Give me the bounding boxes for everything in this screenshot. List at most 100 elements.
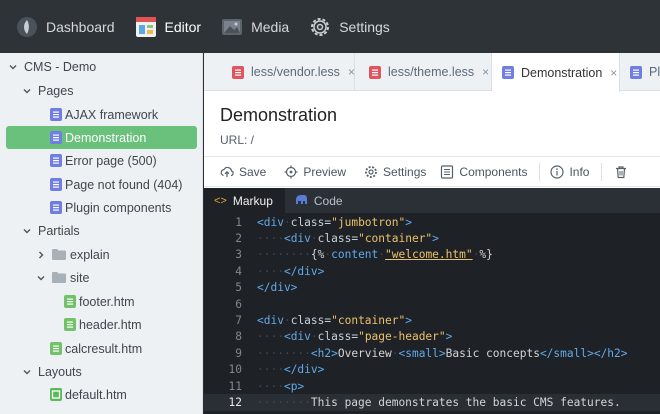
close-icon[interactable]: ×	[348, 65, 355, 79]
tab-markup-label: Markup	[232, 193, 273, 208]
top-nav: Dashboard Editor Media Settings	[0, 0, 660, 53]
line-number: 5	[235, 281, 242, 295]
settings-label: Settings	[383, 164, 427, 179]
nav-settings-label: Settings	[339, 18, 390, 35]
code-area[interactable]: 1 <div·class="jumbotron"> 2 ····<div·cla…	[204, 214, 660, 414]
tab-code[interactable]: Code	[285, 188, 355, 213]
tree-folder-site[interactable]: site	[36, 266, 89, 289]
code-line: 8 ····<div·class="page-header">	[204, 329, 660, 345]
less-file-icon	[369, 65, 381, 79]
tree-partial-item[interactable]: footer.htm	[64, 290, 135, 313]
nav-dashboard-label: Dashboard	[46, 18, 115, 35]
line-number: 11	[228, 379, 242, 393]
tree-folder-label: site	[70, 270, 90, 285]
sidebar-tree: CMS - Demo Pages AJAX framework Demonstr…	[0, 53, 203, 414]
tree-layout-item[interactable]: default.htm	[50, 383, 127, 406]
nav-media[interactable]: Media	[211, 0, 299, 53]
tree-folder-explain[interactable]: explain	[36, 243, 110, 266]
page-file-icon	[502, 66, 514, 79]
line-number: 10	[228, 363, 242, 377]
code-line: 7 <div·class="container">	[204, 312, 660, 328]
folder-icon	[52, 248, 66, 261]
list-box-icon	[440, 164, 454, 179]
code-line: 3 ········{%·content·"welcome.htm"·%}	[204, 247, 660, 263]
partial-file-icon	[50, 342, 62, 355]
trash-icon	[614, 165, 628, 179]
save-label: Save	[239, 164, 267, 179]
tab-vendor-less[interactable]: less/vendor.less ×	[222, 53, 355, 91]
chevron-down-icon	[36, 273, 46, 283]
tab-markup[interactable]: <> Markup	[204, 188, 285, 213]
code-line: 11 ····<p>	[204, 378, 660, 394]
page-file-icon	[50, 201, 62, 214]
preview-label: Preview	[303, 164, 347, 179]
editor-toolbar: Save Preview Settings Components Info	[204, 156, 660, 187]
page-file-icon	[50, 154, 62, 167]
settings-button[interactable]: Settings	[364, 157, 426, 187]
nav-editor-label: Editor	[164, 18, 202, 35]
tree-layouts-label: Layouts	[38, 364, 82, 379]
page-url: URL: /	[220, 133, 255, 147]
preview-button[interactable]: Preview	[284, 157, 346, 187]
tree-pages[interactable]: Pages	[22, 79, 73, 102]
document-tabs: less/vendor.less × less/theme.less × Dem…	[204, 53, 660, 92]
line-number: 1	[235, 215, 242, 229]
main-panel: less/vendor.less × less/theme.less × Dem…	[204, 53, 660, 414]
tree-page-label: Page not found (404)	[65, 177, 183, 192]
page-title: Demonstration	[220, 105, 338, 125]
cloud-upload-icon	[220, 165, 234, 179]
tree-page-item[interactable]: Plugin components	[50, 196, 171, 219]
tree-partial-item[interactable]: calcresult.htm	[50, 337, 142, 360]
tree-page-item[interactable]: Page not found (404)	[50, 173, 182, 196]
chevron-right-icon	[36, 250, 46, 260]
nav-settings[interactable]: Settings	[299, 0, 400, 53]
toolbar-divider	[601, 162, 603, 181]
line-number: 4	[235, 264, 242, 278]
delete-button[interactable]	[614, 157, 633, 187]
chevron-down-icon	[22, 226, 32, 236]
partial-file-icon	[64, 295, 76, 308]
tree-layout-label: default.htm	[65, 387, 127, 402]
tree-partial-label: header.htm	[79, 317, 142, 332]
tab-code-label: Code	[313, 193, 343, 208]
tab-theme-less[interactable]: less/theme.less ×	[359, 53, 492, 91]
tab-demonstration[interactable]: Demonstration ×	[492, 53, 620, 92]
tab-plugin-components[interactable]: Pl	[620, 53, 660, 91]
nav-media-label: Media	[251, 18, 290, 35]
tree-partials-label: Partials	[38, 223, 80, 238]
code-editor: <> Markup Code 1 <div·class="jumbotron">…	[204, 188, 660, 414]
folder-icon	[52, 271, 66, 284]
tree-page-item-selected[interactable]: Demonstration	[6, 126, 197, 149]
elephant-icon	[295, 194, 308, 208]
image-icon	[221, 16, 243, 38]
tree-partial-item[interactable]: header.htm	[64, 313, 142, 336]
nav-dashboard[interactable]: Dashboard	[0, 0, 125, 53]
tab-label: less/vendor.less	[251, 65, 340, 79]
code-line: 4 ····</div>	[204, 263, 660, 279]
code-line-current: 12 ········This page demonstrates the ba…	[204, 394, 660, 411]
tree-partial-label: footer.htm	[79, 294, 135, 309]
line-number: 7	[235, 314, 242, 328]
components-button[interactable]: Components	[440, 157, 527, 187]
tree-root[interactable]: CMS - Demo	[8, 55, 96, 78]
close-icon[interactable]: ×	[482, 65, 489, 79]
tab-label: Pl	[649, 65, 660, 79]
close-icon[interactable]: ×	[610, 66, 617, 80]
code-line: 9 ········<h2>Overview·<small>Basic conc…	[204, 345, 660, 361]
tree-partials[interactable]: Partials	[22, 219, 80, 242]
tree-page-label: Demonstration	[65, 130, 147, 145]
tree-page-label: Error page (500)	[65, 153, 157, 168]
page-file-icon	[50, 178, 62, 191]
tree-page-label: Plugin components	[65, 200, 172, 215]
code-line: 1 <div·class="jumbotron">	[204, 214, 660, 230]
chevron-down-icon	[22, 86, 32, 96]
toolbar-divider	[539, 162, 541, 181]
nav-editor[interactable]: Editor	[125, 0, 212, 53]
tree-page-item[interactable]: AJAX framework	[50, 103, 158, 126]
code-line: 2 ····<div·class="container">	[204, 230, 660, 246]
tree-root-label: CMS - Demo	[24, 59, 97, 74]
tree-page-item[interactable]: Error page (500)	[50, 149, 157, 172]
save-button[interactable]: Save	[220, 157, 266, 187]
info-button[interactable]: Info	[550, 157, 589, 187]
tree-layouts[interactable]: Layouts	[22, 360, 82, 383]
